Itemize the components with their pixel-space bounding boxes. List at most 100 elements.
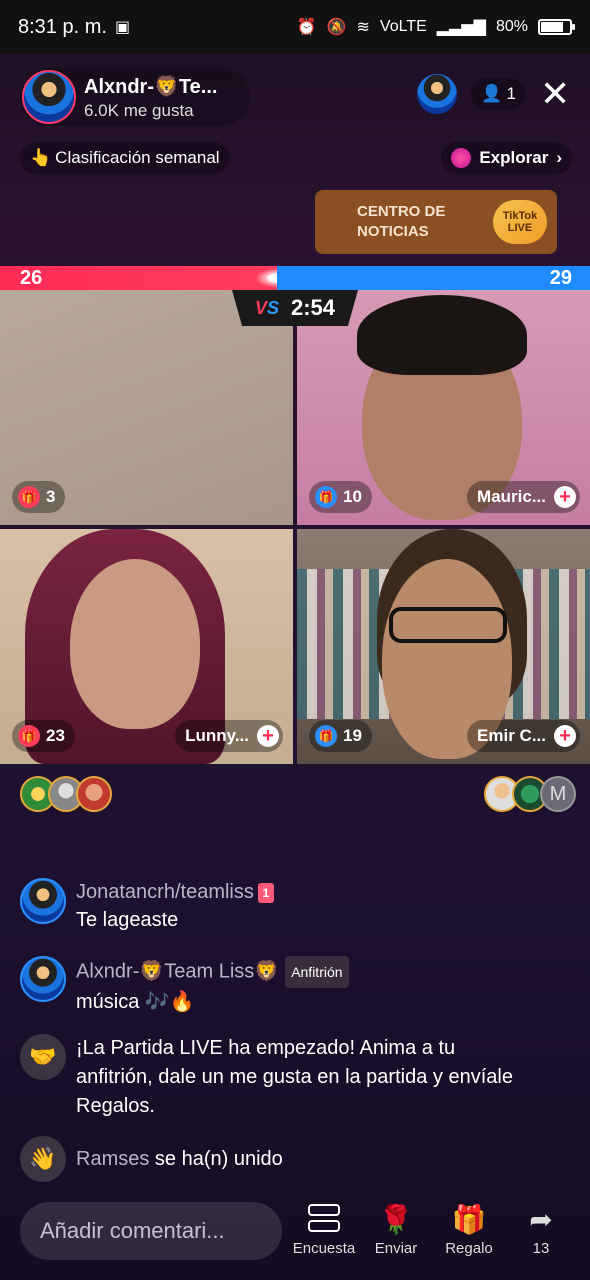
host-avatar[interactable] — [22, 70, 76, 124]
red-team-bar: 26 — [0, 266, 296, 290]
clock: 8:31 p. m. — [18, 15, 107, 38]
top-viewer-avatar[interactable] — [417, 74, 458, 114]
share-button[interactable]: ➦ 13 — [506, 1200, 576, 1258]
gift-count-value: 23 — [46, 726, 65, 745]
participant-name: Mauric... — [477, 487, 546, 506]
follow-plus-icon[interactable]: + — [554, 486, 576, 508]
network-label: VoLTE — [379, 18, 427, 35]
share-count: 13 — [532, 1240, 550, 1257]
gift-count: 🎁 19 — [309, 720, 372, 752]
wifi-icon: ≋ — [356, 19, 370, 36]
participant-name-pill[interactable]: Mauric... + — [467, 481, 580, 513]
news-center-banner[interactable]: CENTRO DE NOTICIAS TikTok LIVE — [315, 190, 557, 254]
explore-button[interactable]: Explorar › — [441, 142, 572, 174]
explore-icon — [451, 148, 472, 168]
vs-icon: VS — [254, 297, 279, 318]
share-arrow-icon: ➦ — [529, 1203, 553, 1235]
chevron-right-icon: › — [556, 148, 562, 167]
gift-icon: 🎁 — [18, 725, 40, 747]
participant-name-pill[interactable]: Lunny... + — [175, 720, 283, 752]
host-likes: 6.0K me gusta — [84, 100, 194, 120]
chat-username[interactable]: Alxndr-🦁Team Liss🦁 — [76, 960, 279, 982]
glasses — [389, 607, 507, 643]
participant-name: Emir C... — [477, 726, 546, 745]
hand-icon: 👆 — [30, 148, 52, 167]
close-button[interactable]: ✕ — [540, 76, 570, 112]
viewer-count[interactable]: 👤 1 — [471, 78, 526, 110]
tiktok-live-badge: TikTok LIVE — [493, 200, 547, 244]
chat-message[interactable]: Jonatancrh/teamliss 1 Te lageaste — [20, 878, 560, 934]
weekly-ranking-label: Clasificación semanal — [55, 148, 220, 167]
mute-icon: 🔕 — [326, 19, 347, 36]
poll-icon — [308, 1204, 340, 1234]
joined-text: se ha(n) unido — [154, 1147, 283, 1170]
top-right-controls: 👤 1 ✕ — [417, 74, 570, 114]
comment-placeholder: Añadir comentari... — [40, 1218, 225, 1243]
gift-count: 🎁 3 — [12, 481, 66, 513]
supporter-avatar[interactable] — [76, 776, 112, 812]
gift-count-value: 10 — [343, 487, 362, 506]
weekly-ranking[interactable]: 👆 Clasificación semanal — [20, 142, 230, 174]
poll-label: Encuesta — [292, 1240, 356, 1257]
battle-timer: VS 2:54 — [232, 290, 358, 326]
system-message: 🤝 ¡La Partida LIVE ha empezado! Anima a … — [20, 1034, 560, 1121]
gallery-icon: ▣ — [114, 19, 131, 36]
chat-text: Te lageaste — [76, 909, 179, 931]
host-name: Alxndr-🦁Te... — [84, 75, 218, 98]
host-badge: Anfitrión — [285, 956, 349, 988]
wave-icon: 👋 — [20, 1136, 66, 1182]
chat-avatar[interactable] — [20, 878, 66, 924]
poll-button[interactable]: Encuesta — [289, 1200, 359, 1257]
chat-username[interactable]: Jonatancrh/teamliss — [76, 881, 254, 903]
follow-plus-icon[interactable]: + — [554, 725, 576, 747]
blue-team-supporters: M — [484, 776, 576, 812]
battery-icon — [538, 19, 575, 35]
gift-count: 🎁 23 — [12, 720, 75, 752]
gift-label: Regalo — [445, 1240, 493, 1257]
rank-badge-icon: 1 — [257, 882, 274, 903]
gift-icon: 🎁 — [315, 725, 337, 747]
red-team-supporters — [20, 776, 112, 812]
participant-hair — [357, 295, 527, 375]
rose-icon: 🌹 — [378, 1203, 414, 1235]
host-profile[interactable]: Alxndr-🦁Te... 6.0K me gusta — [20, 68, 250, 126]
handshake-icon: 🤝 — [20, 1034, 66, 1080]
red-score: 26 — [20, 267, 43, 289]
participant-name-pill[interactable]: Emir C... + — [467, 720, 580, 752]
alarm-icon: ⏰ — [296, 19, 317, 36]
gift-box-icon: 🎁 — [451, 1203, 487, 1235]
send-rose-button[interactable]: 🌹 Enviar — [361, 1200, 431, 1258]
signal-icon: ▂▃▅▇ — [436, 19, 486, 36]
chat-avatar[interactable] — [20, 956, 66, 1002]
status-bar: 8:31 p. m. ▣ ⏰ 🔕 ≋ VoLTE ▂▃▅▇ 80% — [0, 0, 590, 54]
battle-score-bar: 26 29 — [0, 266, 590, 290]
chat-message[interactable]: Alxndr-🦁Team Liss🦁 Anfitrión música 🎶🔥 — [20, 956, 560, 1016]
supporter-avatar[interactable]: M — [540, 776, 576, 812]
join-message: 👋 Ramses se ha(n) unido — [20, 1136, 560, 1182]
joined-username[interactable]: Ramses — [76, 1148, 149, 1170]
participant-name: Lunny... — [185, 726, 249, 745]
gift-count-value: 19 — [343, 726, 362, 745]
person-icon: 👤 — [481, 84, 503, 103]
chat-text: música 🎶🔥 — [76, 991, 195, 1013]
battle-video-grid: 🎁 3 🎁 10 Mauric... + 🎁 23 Lunny... + 🎁 1… — [0, 290, 590, 764]
news-center-label: CENTRO DE NOTICIAS — [357, 203, 446, 240]
follow-plus-icon[interactable]: + — [257, 725, 279, 747]
gift-icon: 🎁 — [18, 486, 40, 508]
participant-video — [70, 559, 200, 729]
gift-icon: 🎁 — [315, 486, 337, 508]
battery-percent: 80% — [495, 18, 528, 35]
blue-team-bar: 29 — [277, 266, 590, 290]
system-text: ¡La Partida LIVE ha empezado! Anima a tu… — [76, 1037, 513, 1117]
viewer-count-value: 1 — [506, 84, 516, 103]
video-tile-4[interactable]: 🎁 19 Emir C... + — [297, 529, 590, 764]
send-label: Enviar — [374, 1240, 418, 1257]
video-tile-3[interactable]: 🎁 23 Lunny... + — [0, 529, 293, 764]
comment-input[interactable]: Añadir comentari... — [20, 1202, 282, 1260]
gift-count-value: 3 — [46, 487, 56, 506]
gift-button[interactable]: 🎁 Regalo — [434, 1200, 504, 1258]
battle-timer-value: 2:54 — [290, 295, 336, 320]
blue-score: 29 — [549, 267, 572, 289]
gift-count: 🎁 10 — [309, 481, 372, 513]
explore-label: Explorar — [479, 148, 549, 167]
